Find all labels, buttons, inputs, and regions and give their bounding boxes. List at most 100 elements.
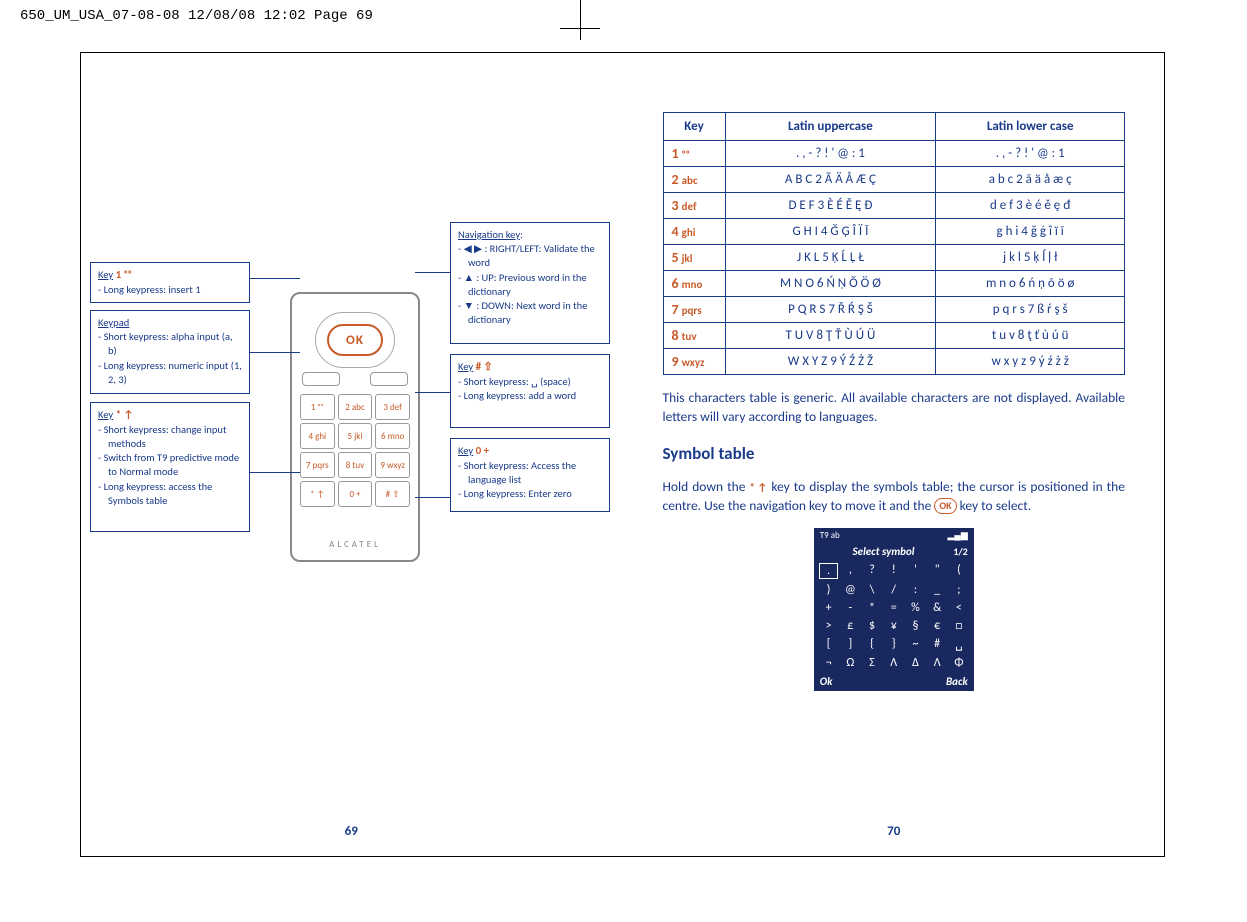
symbol-cell: " xyxy=(927,563,947,579)
note-paragraph: This characters table is generic. All av… xyxy=(663,389,1126,427)
key-0-icon: 0 + xyxy=(476,444,490,459)
callout-keypad: Keypad Short keypress: alpha input (a, b… xyxy=(90,310,250,394)
callout-item: ◀ ▶ : RIGHT/LEFT: Validate the word xyxy=(458,242,602,270)
phone-diagram: OK 1 ᵒᵒ 2 abc 3 def 4 ghi 5 jkl 6 mno 7 … xyxy=(290,292,420,562)
callout-title: Key xyxy=(98,268,113,281)
lower-cell: m n o 6 ń ņ õ ö ø xyxy=(936,271,1125,297)
table-row: 9wxyzW X Y Z 9 Ý Ź Ż Žw x y z 9 ý ź ż ž xyxy=(663,349,1125,375)
upper-cell: G H I 4 Ğ Ģ Î Ï Ī xyxy=(725,219,936,245)
ok-icon: OK xyxy=(934,498,956,514)
signal-icon: ▂▄▆ xyxy=(948,530,968,541)
symbol-cell: ; xyxy=(949,583,969,597)
lower-cell: j k l 5 ķ ĺ ļ ł xyxy=(936,245,1125,271)
callout-item: Short keypress: ␣ (space) xyxy=(458,375,602,389)
page-right: Key Latin uppercase Latin lower case 1ᵒᵒ… xyxy=(623,52,1166,857)
symbol-cell: ¬ xyxy=(819,656,839,670)
symbol-grid: .,?!'"()@\/:_;+-*=%&<>£$¥§€□[]{}~#␣¬ΩΣΛΔ… xyxy=(814,560,974,673)
key-star-icon: * ↑ xyxy=(749,480,767,495)
lower-cell: g h i 4 ğ ģ î ï ī xyxy=(936,219,1125,245)
lower-cell: . , - ? ! ' @ : 1 xyxy=(936,141,1125,167)
symbol-cell: ' xyxy=(906,563,926,579)
key-6: 6 mno xyxy=(375,423,410,449)
table-row: 1ᵒᵒ. , - ? ! ' @ : 1. , - ? ! ' @ : 1 xyxy=(663,141,1125,167)
callout-key-1: Key 1 ᵒᵒ Long keypress: insert 1 xyxy=(90,262,250,303)
lower-cell: d e f 3 è é ě ę đ xyxy=(936,193,1125,219)
symbol-cell: ¥ xyxy=(884,619,904,633)
symbol-cell: > xyxy=(819,619,839,633)
symbol-cell: Σ xyxy=(862,656,882,670)
symbol-cell: $ xyxy=(862,619,882,633)
symbol-cell: □ xyxy=(949,619,969,633)
symbol-cell: [ xyxy=(819,637,839,652)
lower-cell: t u v 8 ţ ť ù ú ü xyxy=(936,323,1125,349)
symbol-cell: \ xyxy=(862,583,882,597)
symbol-cell: { xyxy=(862,637,882,652)
phone-brand: ALCATEL xyxy=(292,539,418,550)
callout-item: Switch from T9 predictive mode to Normal… xyxy=(98,451,242,479)
symbol-cell: < xyxy=(949,601,969,615)
key-5: 5 jkl xyxy=(338,423,373,449)
table-row: 7pqrsP Q R S 7 Ř Ŕ Ş Šp q r s 7 ß ŕ ş š xyxy=(663,297,1125,323)
upper-cell: W X Y Z 9 Ý Ź Ż Ž xyxy=(725,349,936,375)
key-cell: 1ᵒᵒ xyxy=(663,141,725,167)
symbol-cell: € xyxy=(927,619,947,633)
key-star: * ↑ xyxy=(300,481,335,507)
callout-key-star: Key * ↑ Short keypress: change input met… xyxy=(90,402,250,532)
symbol-cell: , xyxy=(840,563,860,579)
symbol-cell: + xyxy=(819,601,839,615)
key-cell: 9wxyz xyxy=(663,349,725,375)
symbol-cell: _ xyxy=(927,583,947,597)
keypad: 1 ᵒᵒ 2 abc 3 def 4 ghi 5 jkl 6 mno 7 pqr… xyxy=(300,394,410,507)
symbol-screenshot: T9 ab ▂▄▆ Select symbol 1/2 .,?!'"()@\/:… xyxy=(814,528,974,691)
key-cell: 5jkl xyxy=(663,245,725,271)
spread: Key 1 ᵒᵒ Long keypress: insert 1 Keypad … xyxy=(80,52,1165,857)
th-key: Key xyxy=(663,113,725,141)
key-cell: 6mno xyxy=(663,271,725,297)
callout-item: Long keypress: numeric input (1, 2, 3) xyxy=(98,359,242,387)
softkey-left xyxy=(302,372,340,386)
symbol-cell: ] xyxy=(840,637,860,652)
symbol-cell: & xyxy=(927,601,947,615)
table-row: 3defD E F 3 È É Ě Ę Ðd e f 3 è é ě ę đ xyxy=(663,193,1125,219)
table-row: 6mnoM N O 6 Ń Ņ Õ Ö Øm n o 6 ń ņ õ ö ø xyxy=(663,271,1125,297)
symbol-cell: ( xyxy=(949,563,969,579)
callout-item: Long keypress: access the Symbols table xyxy=(98,480,242,508)
callout-item: Short keypress: alpha input (a, b) xyxy=(98,330,242,358)
symbol-cell: Φ xyxy=(949,656,969,670)
key-1-icon: 1 ᵒᵒ xyxy=(116,268,132,283)
key-4: 4 ghi xyxy=(300,423,335,449)
phone-body: OK 1 ᵒᵒ 2 abc 3 def 4 ghi 5 jkl 6 mno 7 … xyxy=(290,292,420,562)
key-1: 1 ᵒᵒ xyxy=(300,394,335,420)
key-star-icon: * ↑ xyxy=(116,408,134,423)
symbol-table-heading: Symbol table xyxy=(663,443,1126,464)
table-row: 8tuvT U V 8 Ţ Ť Ù Ú Üt u v 8 ţ ť ù ú ü xyxy=(663,323,1125,349)
ok-button: OK xyxy=(327,324,383,356)
symbol-cell: ? xyxy=(862,563,882,579)
upper-cell: A B C 2 Ã Ä Å Æ Ç xyxy=(725,167,936,193)
symbol-paragraph: Hold down the * ↑ key to display the sym… xyxy=(663,478,1126,516)
table-row: 5jklJ K L 5 Ķ Ĺ Ļ Łj k l 5 ķ ĺ ļ ł xyxy=(663,245,1125,271)
symbol-cell: ~ xyxy=(906,637,926,652)
print-header: 650_UM_USA_07-08-08 12/08/08 12:02 Page … xyxy=(20,8,373,24)
key-cell: 8tuv xyxy=(663,323,725,349)
key-9: 9 wxyz xyxy=(375,452,410,478)
key-cell: 3def xyxy=(663,193,725,219)
symbol-cell: } xyxy=(884,637,904,652)
symbol-cell: £ xyxy=(840,619,860,633)
symbol-cell: * xyxy=(862,601,882,615)
callout-title: Keypad xyxy=(98,316,129,329)
symbol-cell: ␣ xyxy=(949,637,969,652)
upper-cell: D E F 3 È É Ě Ę Ð xyxy=(725,193,936,219)
callout-title: Key xyxy=(98,408,113,421)
table-row: 4ghiG H I 4 Ğ Ģ Î Ï Īg h i 4 ğ ģ î ï ī xyxy=(663,219,1125,245)
key-2: 2 abc xyxy=(338,394,373,420)
upper-cell: T U V 8 Ţ Ť Ù Ú Ü xyxy=(725,323,936,349)
table-row: 2abcA B C 2 Ã Ä Å Æ Ça b c 2 ã ä å æ ç xyxy=(663,167,1125,193)
leader-line xyxy=(250,352,300,353)
callout-navigation: Navigation key: ◀ ▶ : RIGHT/LEFT: Valida… xyxy=(450,222,610,344)
lower-cell: p q r s 7 ß ŕ ş š xyxy=(936,297,1125,323)
softkey-back: Back xyxy=(946,675,968,688)
symbol-cell: Λ xyxy=(927,656,947,670)
lower-cell: a b c 2 ã ä å æ ç xyxy=(936,167,1125,193)
callout-item: Short keypress: Access the language list xyxy=(458,459,602,487)
